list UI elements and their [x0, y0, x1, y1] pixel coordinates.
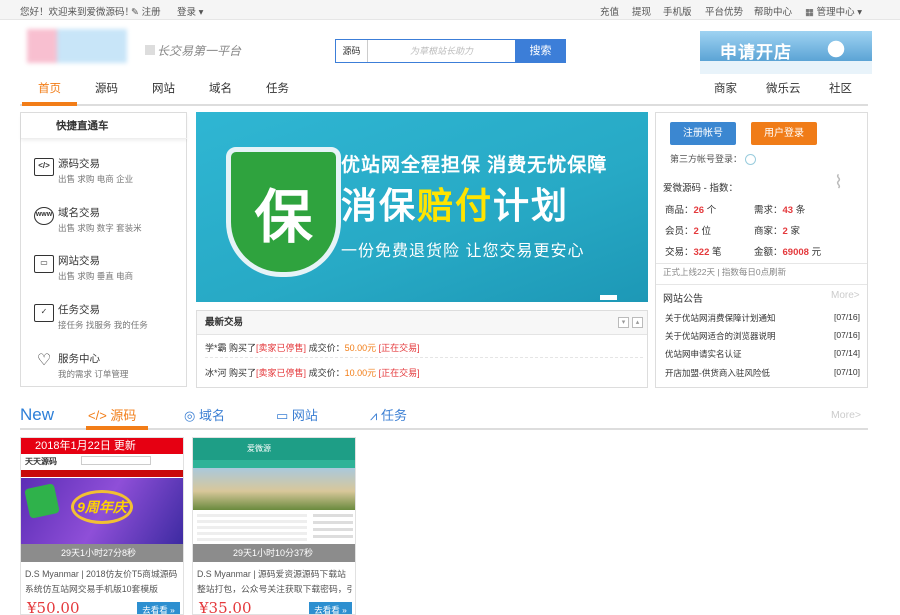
nav-website[interactable]: 网站 — [152, 80, 175, 104]
task-icon: ⩘ — [370, 408, 378, 423]
shield-icon: 保 — [226, 147, 341, 277]
view-button[interactable]: 去看看 » — [309, 602, 352, 614]
trade-row: 冰*河 购买了[卖家已停售] 成交价：10.00元 [正在交易] — [205, 368, 420, 378]
nav-domain[interactable]: 域名 — [209, 80, 232, 104]
nav-active-indicator — [22, 102, 77, 106]
greeting-text: 您好！欢迎来到爱微源码！ — [20, 7, 135, 18]
search-bar: 源码 为草根站长助力 搜索 — [335, 39, 566, 63]
stat-goods: 商品：26 个 — [665, 205, 717, 216]
chevron-up-icon[interactable]: ▴ — [632, 317, 643, 328]
tab-website[interactable]: ▭ 网站 — [276, 405, 318, 424]
admin-center-menu[interactable]: ▦ 管理中心 ▾ — [805, 4, 862, 18]
nav-merchant[interactable]: 商家 — [714, 80, 737, 104]
sidebar-item-source-trade[interactable]: </> 源码交易 出售 求购 电商 企业 — [26, 150, 181, 196]
site-logo[interactable] — [27, 29, 127, 63]
product-desc: D.S Myanmar | 2018仿友价T5商城源码 系统仿互站网交易手机版10… — [25, 569, 178, 594]
latest-trades-title: 最新交易 — [197, 311, 647, 335]
topbar-link-withdraw[interactable]: 提现 — [632, 4, 651, 18]
sidebar-item-task-trade[interactable]: ✓ 任务交易 接任务 找服务 我的任务 — [26, 296, 181, 342]
sidebar-item-website-trade[interactable]: ▭ 网站交易 出售 求购 垂直 电商 — [26, 247, 181, 293]
heart-icon: ♡ — [36, 352, 52, 369]
product-card[interactable]: 2018年1月22日 更新 天天源码 9周年庆 29天1小时27分8秒 D.S … — [20, 437, 184, 615]
qq-icon[interactable] — [744, 154, 756, 166]
search-category-select[interactable]: 源码 — [336, 40, 368, 62]
countdown-timer: 29天1小时10分37秒 — [193, 544, 355, 562]
panel-divider — [656, 263, 867, 264]
carousel-dot[interactable] — [600, 295, 617, 300]
topbar-link-recharge[interactable]: 充值 — [600, 4, 619, 18]
grid-icon: ▦ — [805, 7, 814, 18]
product-price: ¥50.00 — [27, 599, 80, 615]
dribbble-icon: ◎ — [184, 408, 196, 423]
monitor-icon: ▭ — [276, 408, 289, 423]
register-account-button[interactable]: 注册帐号 — [670, 122, 736, 145]
stat-members: 会员：2 位 — [665, 226, 711, 237]
hero-line2: 消保赔付计划 — [341, 185, 570, 226]
latest-trades-panel: 最新交易 ▾ ▴ 学*霸 购买了[卖家已停售] 成交价：50.00元 [正在交易… — [196, 310, 648, 388]
index-title: 爱微源码 - 指数： — [663, 183, 738, 194]
third-party-login: 第三方帐号登录： — [670, 152, 756, 166]
nav-community[interactable]: 社区 — [829, 80, 852, 104]
trade-row: 学*霸 购买了[卖家已停售] 成交价：50.00元 [正在交易] — [205, 338, 643, 358]
search-button[interactable]: 搜索 — [515, 39, 566, 63]
tab-source[interactable]: </> 源码 — [88, 405, 136, 424]
countdown-timer: 29天1小时27分8秒 — [21, 544, 183, 562]
hero-banner[interactable]: 保 优站网全程担保 消费无忧保障 消保赔付计划 一份免费退货险 让您交易更安心 — [196, 112, 648, 302]
notice-item[interactable]: 开店加盟-供货商入驻风险低 [07/10] — [665, 367, 860, 379]
nav-weile-cloud[interactable]: 微乐云 — [766, 80, 801, 104]
tab-domain[interactable]: ◎ 域名 — [184, 405, 225, 424]
nav-source[interactable]: 源码 — [95, 80, 118, 104]
quick-access-sidebar: 快捷直通车 </> 源码交易 出售 求购 电商 企业 www 域名交易 出售 求… — [20, 112, 187, 387]
user-login-button[interactable]: 用户登录 — [751, 122, 817, 145]
carousel-dots[interactable] — [600, 292, 640, 311]
code-icon: </> — [34, 158, 54, 176]
sidebar-item-service-center[interactable]: ♡ 服务中心 我的需求 订单管理 — [26, 345, 181, 391]
nav-task[interactable]: 任务 — [266, 80, 289, 104]
stat-demand: 需求：43 条 — [754, 205, 806, 216]
search-input[interactable]: 为草根站长助力 — [370, 40, 514, 62]
hero-line3: 一份免费退货险 让您交易更安心 — [341, 243, 585, 260]
tab-task[interactable]: ⩘ 任务 — [370, 405, 407, 424]
new-label: New — [20, 405, 55, 424]
hero-line1: 优站网全程担保 消费无忧保障 — [341, 155, 608, 176]
notice-item[interactable]: 优站网申请实名认证 [07/14] — [665, 348, 860, 360]
topbar-link-advantage[interactable]: 平台优势 — [705, 4, 743, 18]
nav-divider — [20, 104, 868, 106]
product-price: ¥35.00 — [199, 599, 252, 615]
chevron-down-icon[interactable]: ▾ — [618, 317, 629, 328]
apply-store-banner[interactable]: 申请开店 — [700, 31, 872, 74]
sidebar-title: 快捷直通车 — [21, 113, 187, 139]
code-icon: </> — [88, 408, 107, 423]
product-desc: D.S Myanmar | 源码爱资源源码下载站 整站打包，公众号关注获取下载密码… — [197, 569, 353, 594]
product-card[interactable]: 爱微源 29天1小时10分37秒 D.S Myanmar | 源码爱资源源码下载… — [192, 437, 356, 615]
stat-merchants: 商家：2 家 — [754, 226, 800, 237]
top-bar: 您好！欢迎来到爱微源码！ ✎ 注册 登录 ▾ 充值 提现 手机版 平台优势 帮助… — [0, 0, 900, 20]
notice-title: 网站公告 — [663, 294, 703, 305]
stat-amount: 金额：69008 元 — [754, 247, 822, 258]
view-button[interactable]: 去看看 » — [137, 602, 180, 614]
notice-item[interactable]: 关于优站网适合的浏览器说明 [07/16] — [665, 330, 860, 342]
monitor-icon: ▭ — [34, 255, 54, 273]
notice-item[interactable]: 关于优站网消费保障计划通知 [07/16] — [665, 312, 860, 324]
login-link[interactable]: 登录 ▾ — [177, 4, 203, 18]
calendar-icon: ✓ — [34, 304, 54, 322]
panel-divider — [656, 284, 867, 285]
topbar-link-help[interactable]: 帮助中心 — [754, 4, 792, 18]
stat-trades: 交易：322 笔 — [665, 247, 722, 258]
online-since-text: 正式上线22天 | 指数每日0点刷新 — [663, 267, 787, 277]
tab-active-indicator — [86, 426, 148, 430]
nav-home[interactable]: 首页 — [38, 80, 61, 104]
site-slogan: 长交易第一平台 — [145, 42, 241, 59]
register-link[interactable]: ✎ 注册 — [131, 4, 161, 18]
section-more-link[interactable]: More> — [831, 409, 861, 421]
topbar-link-mobile[interactable]: 手机版 — [663, 4, 692, 18]
sidebar-item-domain-trade[interactable]: www 域名交易 出售 求购 数字 套装米 — [26, 199, 181, 245]
www-icon: www — [34, 207, 54, 225]
notice-more-link[interactable]: More> — [831, 290, 860, 301]
paperclip-icon: ⌇ — [834, 172, 843, 192]
